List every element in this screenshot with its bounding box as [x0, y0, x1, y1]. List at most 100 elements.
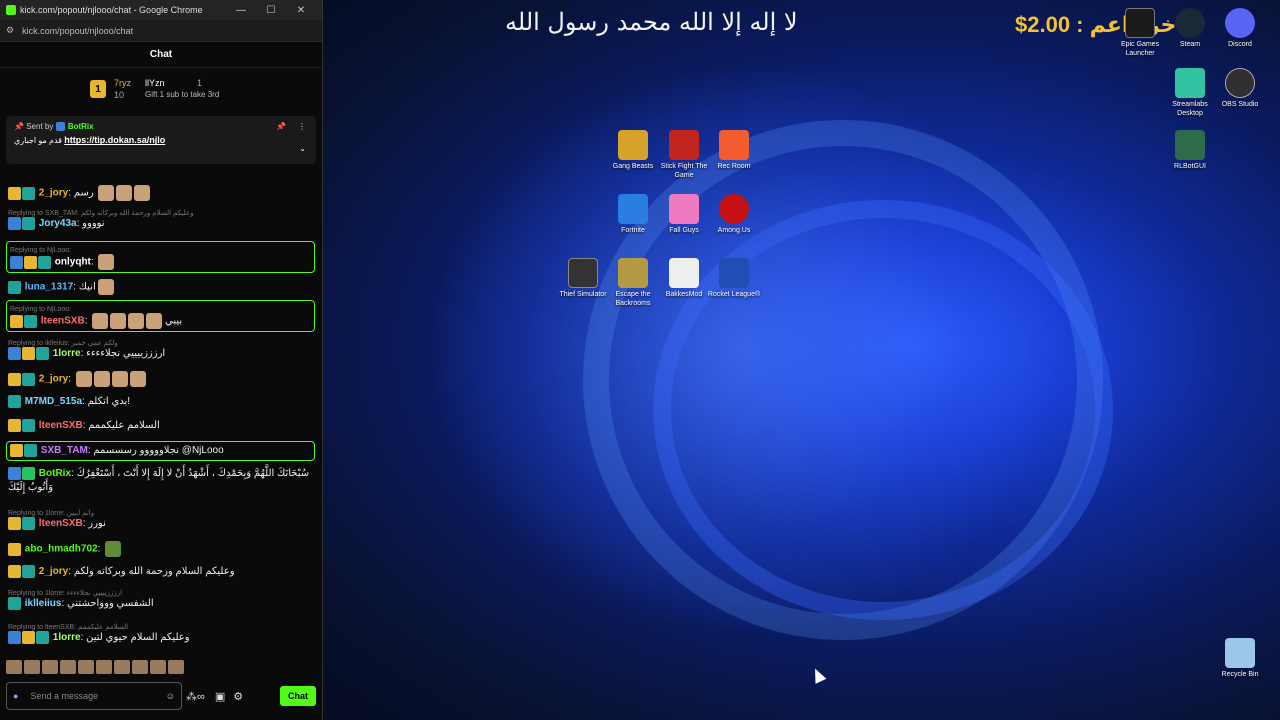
maximize-button[interactable]: ☐	[256, 5, 286, 16]
username[interactable]: lteenSXB	[39, 518, 83, 529]
crown-badge-icon	[8, 517, 21, 530]
username[interactable]: BotRix	[39, 468, 71, 479]
settings-gear-icon[interactable]: ⚙	[233, 690, 243, 703]
username[interactable]: abo_hmadh702	[25, 544, 98, 555]
username[interactable]: M7MD_515a	[25, 396, 82, 407]
more-options-icon[interactable]: ⋮	[298, 122, 306, 131]
kick-favicon-icon	[6, 5, 16, 15]
crown-badge-icon	[8, 186, 21, 200]
address-bar[interactable]: ⚙ kick.com/popout/njlooo/chat	[0, 20, 322, 42]
username[interactable]: onlyqht	[55, 257, 91, 268]
mod-badge-icon	[8, 217, 21, 230]
sub-badge-icon	[22, 517, 35, 530]
username[interactable]: Jory43a	[39, 218, 77, 229]
emote-icon[interactable]	[60, 660, 76, 674]
reply-context[interactable]: Replying to SXB_TAM: وعليكم السلام ورحمة…	[8, 207, 314, 217]
mic-icon[interactable]: ●	[13, 691, 18, 701]
crown-badge-icon	[24, 255, 37, 269]
emote-icon[interactable]	[132, 660, 148, 674]
chat-message: Replying to 1lorre: ارزززييييي نجلاءءءء …	[8, 587, 314, 611]
emote-icon[interactable]	[78, 660, 94, 674]
username[interactable]: 2_jory	[39, 566, 68, 577]
chat-message: Replying to lteenSXB: السلامم عليكممم 1l…	[8, 621, 314, 645]
emote-icon[interactable]	[168, 660, 184, 674]
sub-badge-icon	[8, 597, 21, 610]
crown-badge-icon	[8, 419, 21, 432]
escape-backrooms-icon[interactable]: Escape the Backrooms	[605, 258, 661, 308]
minimize-button[interactable]: —	[226, 5, 256, 16]
username[interactable]: 1lorre	[53, 632, 81, 643]
stick-fight-icon[interactable]: Stick Fight The Game	[656, 130, 712, 180]
site-info-icon[interactable]: ⚙	[6, 25, 14, 36]
mod-badge-icon	[8, 347, 21, 360]
sub-badge-icon	[36, 347, 49, 360]
epic-games-icon[interactable]: Epic Games Launcher	[1112, 8, 1168, 58]
reply-context[interactable]: Replying to NjLooo:	[10, 244, 311, 254]
recycle-bin-icon[interactable]: Recycle Bin	[1212, 638, 1268, 679]
emote-icon	[110, 313, 127, 329]
close-button[interactable]: ✕	[286, 5, 316, 16]
thief-simulator-icon[interactable]: Thief Simulator	[555, 258, 611, 299]
emote-icon[interactable]	[114, 660, 130, 674]
username[interactable]: SXB_TAM	[41, 445, 88, 456]
among-us-icon[interactable]: Among Us	[706, 194, 762, 235]
steam-icon[interactable]: Steam	[1162, 8, 1218, 49]
obs-studio-icon[interactable]: OBS Studio	[1212, 68, 1268, 109]
message-text: السلامم عليكممم	[88, 420, 160, 432]
fall-guys-icon[interactable]: Fall Guys	[656, 194, 712, 235]
unpin-icon[interactable]: 📌	[276, 122, 286, 131]
username[interactable]: 2_jory	[39, 188, 68, 199]
emote-icon[interactable]	[6, 660, 22, 674]
bakkesmod-icon[interactable]: BakkesMod	[656, 258, 712, 299]
emoji-picker-icon[interactable]: ☺	[166, 691, 175, 701]
username[interactable]: luna_1317	[25, 282, 73, 293]
leader-second: llYzn 1 Gift 1 sub to take 3rd	[145, 77, 219, 101]
emote-icon	[98, 185, 115, 201]
message-text: بيبي	[165, 315, 183, 327]
emote-icon	[93, 371, 110, 387]
emote-icon	[97, 279, 114, 295]
leader-name: 7ryz	[114, 78, 132, 88]
sub-badge-icon	[22, 419, 35, 432]
sub-badge-icon	[22, 217, 35, 230]
username[interactable]: 2_jory	[39, 374, 68, 385]
leader-first: 7ryz 10	[114, 77, 131, 101]
chat-message-mention: SXB_TAM: نجلاووووو رسسسمم @NjLooo	[6, 441, 315, 462]
emote-icon	[111, 371, 128, 387]
pinned-link[interactable]: https://tip.dokan.sa/njlo	[64, 135, 165, 145]
send-chat-button[interactable]: Chat	[280, 686, 316, 706]
username[interactable]: 1lorre	[53, 348, 81, 359]
reply-context[interactable]: Replying to lteenSXB: السلامم عليكممم	[8, 621, 314, 631]
rocket-league-icon[interactable]: Rocket League®	[706, 258, 762, 299]
gang-beasts-icon[interactable]: Gang Beasts	[605, 130, 661, 171]
reply-context[interactable]: Replying to NjLooo:	[10, 303, 311, 313]
chat-message-mention: Replying to NjLooo: lteenSXB: بيبي	[6, 300, 315, 332]
leader-count: 10	[114, 90, 125, 100]
reply-context[interactable]: Replying to iklleiius: ولكم عمي خمير	[8, 337, 314, 347]
emote-icon[interactable]	[150, 660, 166, 674]
fortnite-icon[interactable]: Fortnite	[605, 194, 661, 235]
username[interactable]: lteenSXB	[41, 316, 85, 327]
username[interactable]: lteenSXB	[39, 420, 83, 431]
crown-badge-icon	[8, 372, 21, 386]
message-text: انيك	[78, 281, 96, 293]
emote-icon[interactable]	[42, 660, 58, 674]
discord-icon[interactable]: Discord	[1212, 8, 1268, 49]
sub-badge-icon	[8, 395, 21, 408]
emote-icon[interactable]	[96, 660, 112, 674]
gift-icon[interactable]: ▣	[215, 690, 225, 703]
message-input[interactable]: ● Send a message ☺	[6, 682, 182, 710]
recent-emotes-bar	[6, 660, 184, 674]
expand-chevron-icon[interactable]: ⌄	[299, 144, 306, 153]
pinned-message: 📌 Sent by BotRix قدم مو اجباري https://t…	[6, 116, 316, 164]
reply-context[interactable]: Replying to 1lorre: واتم ابيين	[8, 507, 314, 517]
username[interactable]: iklleiius	[25, 598, 62, 609]
message-text: وعليكم السلام ورحمة الله وبركاته ولكم	[73, 566, 235, 578]
rank-badge: 1	[90, 80, 106, 98]
emote-icon[interactable]	[24, 660, 40, 674]
users-icon[interactable]: ⁂∞	[186, 690, 205, 703]
reply-context[interactable]: Replying to 1lorre: ارزززييييي نجلاءءءء	[8, 587, 314, 597]
rlbotgui-icon[interactable]: RLBotGUI	[1162, 130, 1218, 171]
rec-room-icon[interactable]: Rec Room	[706, 130, 762, 171]
streamlabs-icon[interactable]: Streamlabs Desktop	[1162, 68, 1218, 118]
